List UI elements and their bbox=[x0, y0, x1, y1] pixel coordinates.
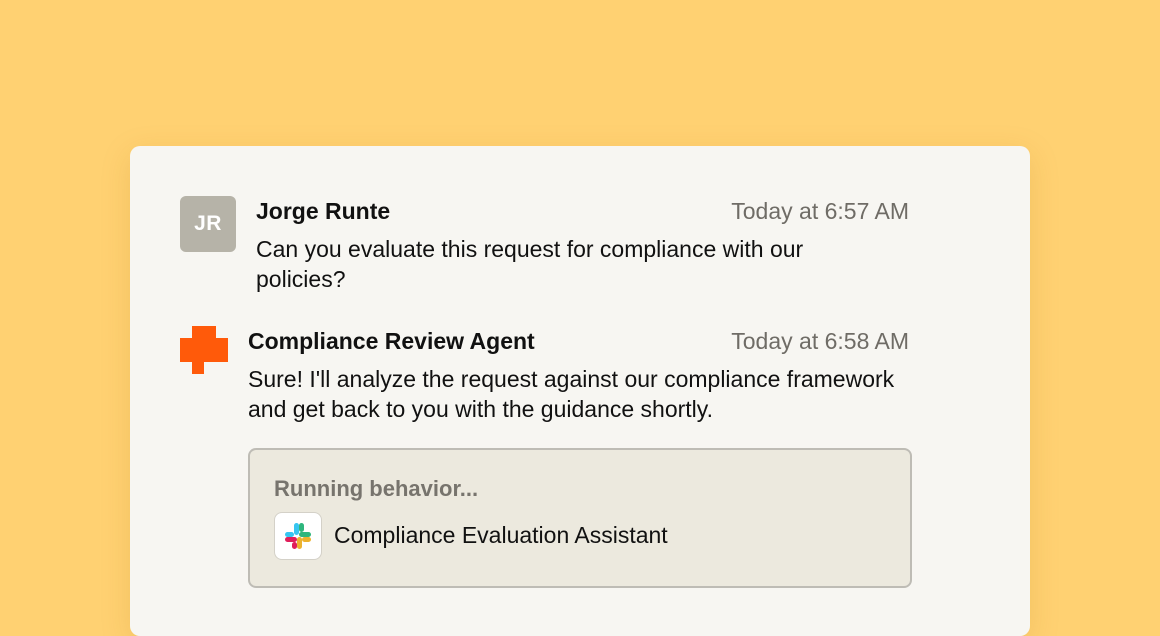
message-author[interactable]: Compliance Review Agent bbox=[248, 328, 535, 355]
behavior-status: Running behavior... bbox=[274, 476, 479, 501]
message-text: Sure! I'll analyze the request against o… bbox=[248, 366, 895, 422]
slack-icon bbox=[274, 512, 322, 560]
message-agent: Compliance Review Agent Today at 6:58 AM… bbox=[130, 146, 1030, 606]
behavior-name: Compliance Evaluation Assistant bbox=[334, 522, 668, 548]
agent-logo-icon[interactable] bbox=[180, 326, 228, 374]
message-timestamp: Today at 6:58 AM bbox=[731, 328, 909, 354]
chat-card: JR Jorge Runte Today at 6:57 AM Can you … bbox=[130, 146, 1030, 636]
behavior-card[interactable]: Running behavior... Compliance Evaluatio… bbox=[248, 448, 912, 588]
